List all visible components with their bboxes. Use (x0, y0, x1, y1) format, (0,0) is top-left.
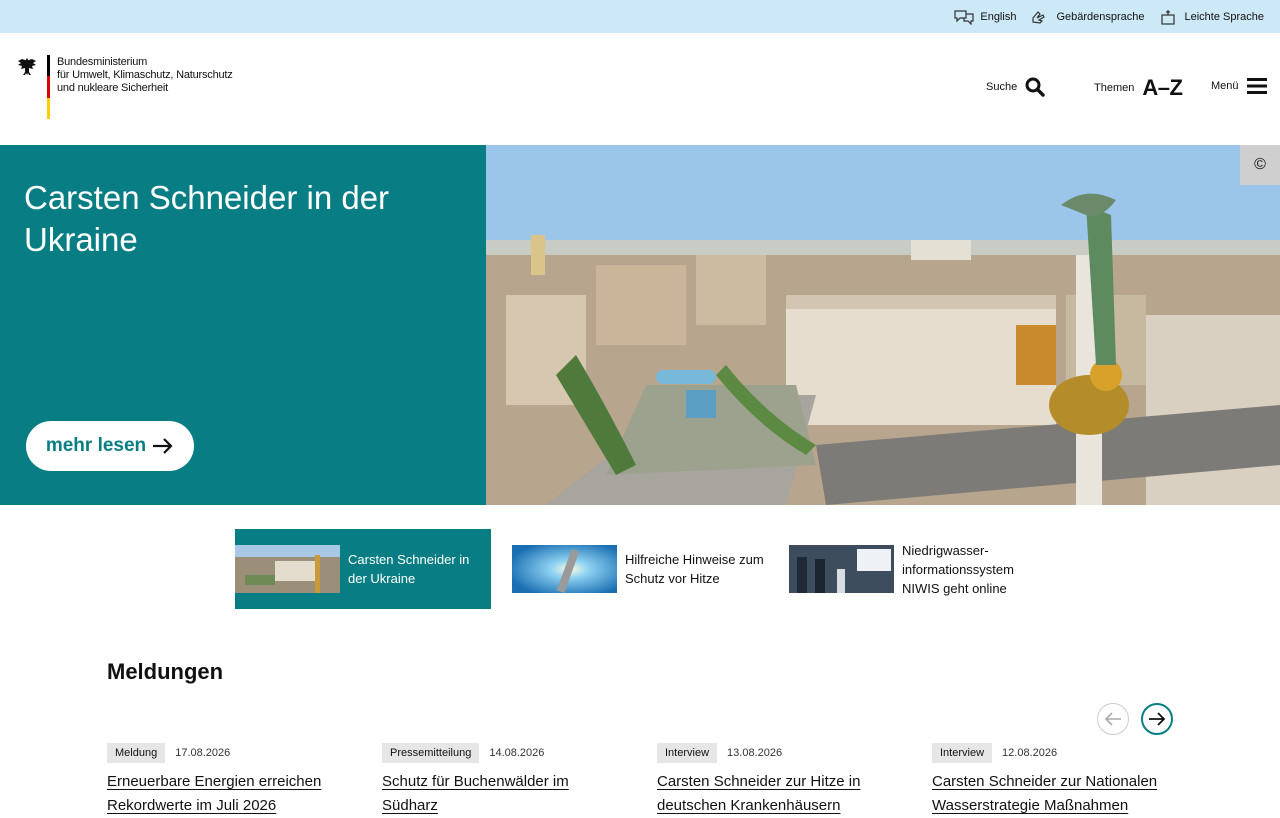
news-card-meta: Interview 13.08.2026 (657, 742, 887, 763)
arrow-right-icon (153, 438, 173, 454)
utility-bar: English Gebärdensprache Leichte Sprache (0, 0, 1280, 33)
hero-title: Carsten Schneider in der Ukraine (24, 179, 390, 258)
news-card-meta: Pressemitteilung 14.08.2026 (382, 742, 612, 763)
news-card-meta: Meldung 17.08.2026 (107, 742, 337, 763)
sign-language-link[interactable]: Gebärdensprache (1030, 9, 1145, 25)
hero-section: Carsten Schneider in der Ukraine mehr le… (0, 145, 1280, 505)
hero-teaser-list: Carsten Schneider in der Ukraine Hilfrei… (235, 529, 1045, 609)
ministry-name: Bundesministerium für Umwelt, Klimaschut… (57, 56, 233, 119)
language-english-link[interactable]: English (954, 9, 1016, 25)
english-label: English (980, 10, 1017, 23)
site-header: Bundesministerium für Umwelt, Klimaschut… (0, 33, 1280, 145)
news-card: Pressemitteilung 14.08.2026 Schutz für B… (382, 742, 612, 818)
teaser-text: Niedrigwasser-informationssystem NIWIS g… (902, 542, 1014, 596)
city-panorama-image (486, 145, 1280, 505)
news-date: 14.08.2026 (489, 746, 545, 759)
read-more-button[interactable]: mehr lesen (26, 421, 194, 471)
teaser-thumbnail (512, 545, 617, 593)
menu-label: Menü (1211, 80, 1239, 92)
news-section-title: Meldungen (107, 659, 224, 684)
news-card-list: Meldung 17.08.2026 Erneuerbare Energien … (107, 742, 1162, 818)
news-date: 12.08.2026 (1002, 746, 1058, 759)
speech-bubbles-icon (954, 9, 974, 25)
copyright-button[interactable]: © (1240, 145, 1280, 185)
news-type-badge: Pressemitteilung (382, 742, 480, 763)
news-date: 17.08.2026 (175, 746, 231, 759)
teaser-thumbnail (789, 545, 894, 593)
news-title-link[interactable]: Schutz für Buchenwälder im Südharz (382, 770, 612, 818)
news-card-meta: Interview 12.08.2026 (932, 742, 1162, 763)
arrow-left-icon (1104, 712, 1121, 726)
news-card: Interview 13.08.2026 Carsten Schneider z… (657, 742, 887, 818)
logo-line-3: und nukleare Sicherheit (57, 82, 168, 94)
news-title-link[interactable]: Carsten Schneider zur Hitze in deutschen… (657, 770, 887, 818)
news-card: Meldung 17.08.2026 Erneuerbare Energien … (107, 742, 337, 818)
menu-button[interactable]: Menü (1211, 77, 1267, 95)
themen-label: Themen (1094, 82, 1135, 94)
teaser-text: Hilfreiche Hinweise zum Schutz vor Hitze (625, 552, 764, 586)
read-more-label: mehr lesen (45, 435, 147, 456)
teaser-niwis[interactable]: Niedrigwasser-informationssystem NIWIS g… (789, 529, 1045, 609)
teaser-heat-protection[interactable]: Hilfreiche Hinweise zum Schutz vor Hitze (512, 529, 768, 609)
news-type-badge: Interview (932, 742, 993, 763)
news-prev-button[interactable] (1097, 703, 1129, 735)
teaser-ukraine[interactable]: Carsten Schneider in der Ukraine (235, 529, 491, 609)
search-icon (1025, 77, 1045, 97)
az-label: A–Z (1142, 75, 1183, 100)
news-type-badge: Meldung (107, 742, 166, 763)
news-date: 13.08.2026 (727, 746, 783, 759)
sign-language-icon (1032, 10, 1046, 24)
easy-language-label: Leichte Sprache (1184, 10, 1265, 23)
search-label: Suche (986, 81, 1018, 93)
teaser-thumbnail (235, 545, 340, 593)
hero-text-panel: Carsten Schneider in der Ukraine mehr le… (0, 145, 486, 505)
easy-language-icon (1160, 9, 1175, 25)
search-button[interactable]: Suche (986, 77, 1045, 97)
news-title-link[interactable]: Carsten Schneider zur Nationalen Wassers… (932, 770, 1162, 818)
ministry-logo[interactable]: Bundesministerium für Umwelt, Klimaschut… (16, 55, 233, 119)
themen-az-button[interactable]: Themen A–Z (1094, 75, 1183, 100)
logo-line-2: für Umwelt, Klimaschutz, Naturschutz (57, 69, 233, 81)
arrow-right-icon (1149, 712, 1166, 726)
hamburger-icon (1246, 78, 1267, 94)
easy-language-link[interactable]: Leichte Sprache (1159, 9, 1265, 25)
teaser-text: Carsten Schneider in der Ukraine (348, 552, 470, 586)
federal-eagle-icon (18, 58, 36, 75)
sign-language-label: Gebärdensprache (1056, 10, 1145, 23)
logo-line-1: Bundesministerium (57, 56, 148, 68)
flag-stripe (47, 55, 50, 119)
news-type-badge: Interview (657, 742, 718, 763)
hero-image-kyiv: © (486, 145, 1280, 505)
news-card: Interview 12.08.2026 Carsten Schneider z… (932, 742, 1162, 818)
news-title-link[interactable]: Erneuerbare Energien erreichen Rekordwer… (107, 770, 337, 818)
news-next-button[interactable] (1141, 703, 1173, 735)
